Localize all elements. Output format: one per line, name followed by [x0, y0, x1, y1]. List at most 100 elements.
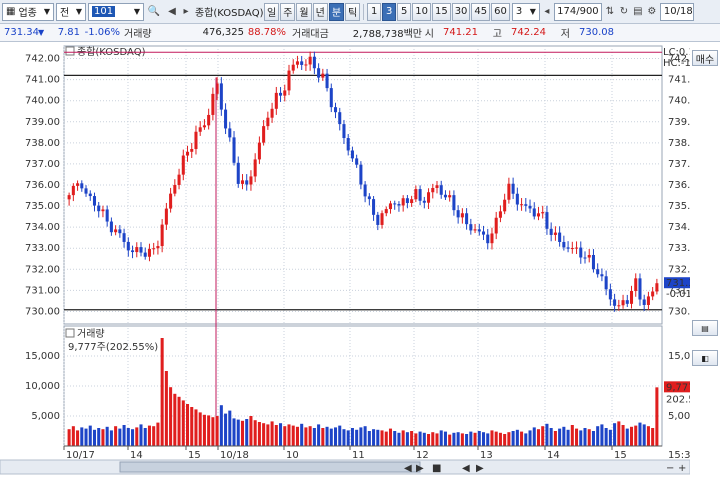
candle-body: [350, 150, 354, 159]
volume-bar: [84, 428, 88, 446]
candle-body: [507, 183, 511, 200]
date-picker[interactable]: 10/18: [659, 2, 694, 21]
volume-bar: [139, 424, 143, 446]
zoom-button[interactable]: ▤: [692, 320, 718, 336]
volume-bar: [372, 429, 376, 446]
price-change-pct: -1.06%: [84, 27, 120, 38]
candle-body: [262, 126, 266, 143]
minute-3-button[interactable]: 3: [382, 2, 397, 21]
pointer-icon[interactable]: ▸: [182, 4, 190, 20]
code-input[interactable]: 101 ▼: [88, 2, 144, 21]
volume-bar: [528, 430, 532, 446]
period-week-button[interactable]: 주: [280, 2, 296, 21]
scroll-control-icon[interactable]: ◀: [404, 463, 412, 474]
scroll-control-icon[interactable]: ■: [432, 463, 441, 474]
minute-15-button[interactable]: 15: [431, 2, 451, 21]
candle-body: [448, 195, 452, 198]
x-tick-label: 10/18: [220, 450, 249, 461]
candle-body: [105, 209, 109, 222]
candle-body: [587, 254, 591, 258]
period-minute-button[interactable]: 분: [328, 2, 345, 21]
amount-label: 거래대금: [292, 29, 329, 40]
candle-body: [245, 180, 249, 185]
volume-bar: [367, 431, 371, 446]
arrows-icon[interactable]: ⇅: [604, 4, 616, 20]
volume-bar: [262, 423, 266, 446]
candle-body: [469, 224, 473, 231]
candle-body: [528, 205, 532, 209]
minute-10-button[interactable]: 10: [412, 2, 431, 21]
x-tick-label: 15: [188, 450, 201, 461]
candle-body: [452, 195, 456, 211]
period-buttons: 일 주 월 년 분 틱: [264, 2, 361, 21]
candle-body: [481, 231, 486, 235]
candle-body: [97, 205, 101, 212]
volume-bar: [173, 393, 177, 446]
volume-bar: [562, 426, 566, 446]
price-tick-left: 742.00: [25, 54, 60, 65]
candle-body: [575, 247, 579, 249]
volume-bar: [646, 426, 650, 446]
volume-tick-left: 5,000: [31, 411, 60, 422]
volume-bar: [397, 432, 401, 446]
scrollbar[interactable]: ◀ ▶ ■ ◀ ▶ − +: [0, 459, 690, 475]
period-tick-button[interactable]: 틱: [345, 2, 361, 21]
volume-bar: [460, 433, 464, 446]
candle-body: [67, 195, 71, 200]
market-type-select[interactable]: 전 ▼: [56, 2, 86, 21]
volume-bar: [321, 428, 325, 446]
scroll-control-icon[interactable]: ▶: [476, 463, 484, 474]
volume-bar: [198, 412, 202, 446]
volume-bar: [101, 429, 105, 446]
buy-button[interactable]: 매수: [692, 50, 718, 66]
market-select[interactable]: ▦ 업종 ▼: [2, 2, 54, 21]
volume-bar: [274, 425, 278, 446]
zoom-out-icon[interactable]: −: [666, 463, 674, 474]
candle-body: [363, 184, 367, 197]
volume-pane-subtitle: 9,777주(202.55%): [68, 342, 158, 353]
search-icon[interactable]: 🔍: [146, 4, 162, 20]
minute-5-button[interactable]: 5: [397, 2, 412, 21]
chart-canvas[interactable]: 742.00742.00741.00741.00740.00740.00739.…: [0, 42, 690, 480]
candle-body: [325, 73, 329, 89]
volume-bar: [97, 428, 101, 446]
minute-30-button[interactable]: 30: [451, 2, 471, 21]
volume-ratio: 88.78%: [247, 27, 286, 38]
refresh-icon[interactable]: ↻: [618, 4, 630, 20]
volume-bar: [329, 428, 333, 446]
candle-body: [541, 212, 545, 214]
candle-body: [613, 299, 617, 306]
volume-bar: [304, 427, 308, 446]
minute-45-button[interactable]: 45: [471, 2, 491, 21]
period-year-button[interactable]: 년: [312, 2, 328, 21]
minute-1-button[interactable]: 1: [367, 2, 382, 21]
candle-body: [393, 203, 397, 205]
period-minute-label: 분: [331, 8, 342, 19]
minute-60-label: 60: [494, 6, 507, 17]
candle-body: [359, 164, 363, 185]
save-icon[interactable]: ▤: [632, 4, 644, 20]
period-day-button[interactable]: 일: [264, 2, 280, 21]
settings-button[interactable]: ◧: [692, 350, 718, 366]
volume-bar: [545, 423, 549, 446]
price-tick-right: 734.00: [668, 222, 690, 233]
scroll-control-icon[interactable]: ▶: [416, 463, 424, 474]
speaker-icon[interactable]: ◀: [164, 4, 180, 20]
date-value: 10/18: [663, 6, 693, 17]
scrollbar-thumb[interactable]: [119, 461, 421, 473]
arrow-left-icon[interactable]: ◂: [542, 4, 552, 20]
scroll-control-icon[interactable]: ◀: [462, 463, 470, 474]
interval-spinner[interactable]: 3 ▼: [511, 2, 540, 21]
candle-body: [439, 185, 443, 195]
candle-body: [634, 278, 638, 291]
gear-icon[interactable]: ⚙: [646, 4, 658, 20]
minute-15-label: 15: [434, 6, 448, 17]
minute-60-button[interactable]: 60: [491, 2, 510, 21]
x-tick-label: 15: [614, 450, 627, 461]
candle-body: [638, 278, 642, 300]
price-tick-right: 735.00: [668, 201, 690, 212]
count-display: 174/900: [553, 2, 602, 21]
zoom-in-icon[interactable]: +: [678, 463, 686, 474]
candle-body: [591, 254, 595, 270]
period-month-button[interactable]: 월: [296, 2, 312, 21]
